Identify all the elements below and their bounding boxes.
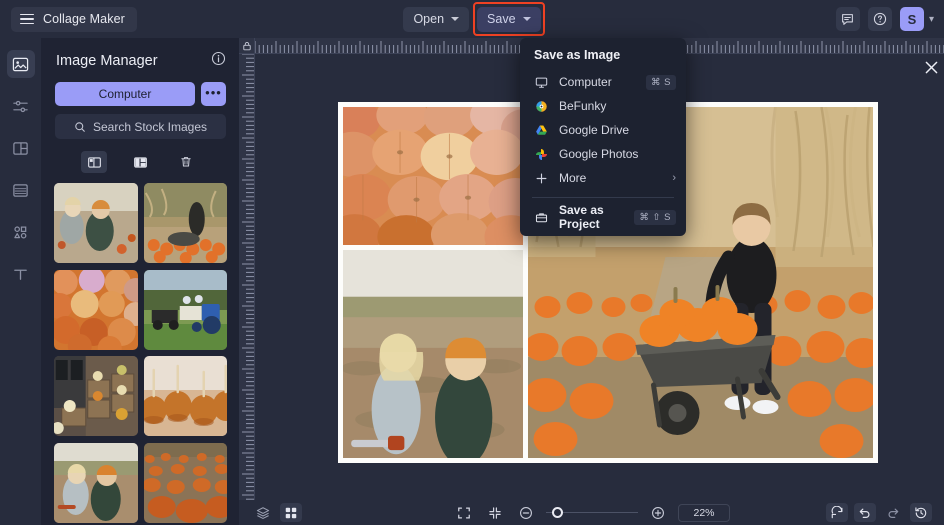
befunky-icon — [534, 100, 549, 113]
thumbnail-grid — [41, 183, 239, 523]
image-tools-row — [41, 151, 239, 173]
save-as-project-shortcut: ⌘ ⇧ S — [634, 210, 676, 225]
search-icon — [74, 121, 86, 133]
google-drive-icon — [534, 124, 549, 137]
zoom-out-icon[interactable] — [515, 503, 537, 522]
help-icon[interactable] — [868, 7, 892, 31]
vertical-ruler[interactable] — [239, 54, 255, 500]
monitor-icon — [534, 76, 549, 89]
app-menu-button[interactable]: Collage Maker — [11, 7, 137, 32]
zoom-slider[interactable] — [546, 507, 638, 519]
computer-upload-button[interactable]: Computer — [55, 82, 195, 106]
zoom-level-input[interactable]: 22% — [678, 504, 730, 522]
account-chevron-down-icon[interactable]: ▾ — [929, 14, 934, 25]
history-icon[interactable] — [910, 503, 932, 522]
briefcase-icon — [534, 211, 549, 224]
close-icon[interactable] — [920, 56, 942, 78]
open-button-label: Open — [413, 12, 444, 26]
sidebar-item-edit[interactable] — [7, 92, 35, 120]
bottom-left-tools — [252, 503, 302, 522]
save-button-label: Save — [487, 12, 516, 26]
save-as-project-label: Save as Project — [559, 203, 624, 231]
thumb-kids-field[interactable] — [54, 443, 138, 523]
fill-cells-icon[interactable] — [81, 151, 107, 173]
save-befunky-label: BeFunky — [559, 99, 676, 113]
save-more-label: More — [559, 171, 662, 185]
save-google-photos-label: Google Photos — [559, 147, 676, 161]
save-computer-label: Computer — [559, 75, 636, 89]
google-photos-icon — [534, 148, 549, 161]
info-icon[interactable] — [211, 51, 226, 71]
fit-screen-icon[interactable] — [484, 503, 506, 522]
sidebar-item-text[interactable] — [7, 260, 35, 288]
trash-icon[interactable] — [173, 151, 199, 173]
reset-icon[interactable] — [826, 503, 848, 522]
source-buttons-row: Computer ••• — [41, 71, 239, 106]
menu-divider — [532, 197, 674, 198]
bottom-toolbar: 22% — [239, 500, 944, 525]
app-title: Collage Maker — [43, 12, 125, 26]
zoom-in-icon[interactable] — [647, 503, 669, 522]
save-menu-heading: Save as Image — [520, 46, 686, 70]
sidebar-item-layouts[interactable] — [7, 134, 35, 162]
redo-icon[interactable] — [882, 503, 904, 522]
save-computer-shortcut: ⌘ S — [646, 75, 676, 90]
undo-icon[interactable] — [854, 503, 876, 522]
sidebar-item-image-manager[interactable] — [7, 50, 35, 78]
panel-header: Image Manager — [41, 38, 239, 71]
save-befunky[interactable]: BeFunky — [520, 94, 686, 118]
thumb-person-wheelbarrow[interactable] — [144, 183, 228, 263]
thumb-blue-tractor[interactable] — [144, 270, 228, 350]
zoom-slider-handle[interactable] — [552, 507, 563, 518]
search-stock-images-button[interactable]: Search Stock Images — [55, 114, 226, 139]
open-button[interactable]: Open — [403, 7, 469, 32]
lock-icon[interactable] — [239, 38, 255, 54]
tool-rail — [0, 38, 41, 525]
save-button-wrapper: Save — [477, 7, 541, 32]
chat-icon[interactable] — [836, 7, 860, 31]
thumb-pumpkin-field[interactable] — [144, 443, 228, 523]
save-google-drive-label: Google Drive — [559, 123, 676, 137]
hamburger-icon — [20, 14, 34, 25]
search-stock-images-label: Search Stock Images — [93, 120, 207, 134]
top-toolbar: Collage Maker — [0, 0, 944, 38]
save-dropdown-menu: Save as Image Computer ⌘ S BeFunky Googl… — [520, 38, 686, 236]
top-right-actions: S ▾ — [836, 0, 934, 38]
thumb-candied-apples[interactable] — [144, 356, 228, 436]
sidebar-item-background[interactable] — [7, 176, 35, 204]
image-manager-panel: Image Manager Computer ••• Search Stock … — [41, 38, 239, 525]
collage-cell-kids[interactable] — [343, 250, 523, 458]
sidebar-item-graphics[interactable] — [7, 218, 35, 246]
chevron-down-icon — [451, 17, 459, 21]
collage-maker-app: Collage Maker Open Save S ▾ — [0, 0, 944, 525]
fullscreen-icon[interactable] — [453, 503, 475, 522]
save-google-drive[interactable]: Google Drive — [520, 118, 686, 142]
bottom-right-tools — [826, 503, 932, 522]
more-sources-button[interactable]: ••• — [201, 82, 226, 106]
save-more[interactable]: More › — [520, 166, 686, 190]
layers-icon[interactable] — [252, 503, 274, 522]
panel-title: Image Manager — [56, 53, 158, 69]
save-google-photos[interactable]: Google Photos — [520, 142, 686, 166]
thumb-pumpkin-pile[interactable] — [54, 270, 138, 350]
save-button[interactable]: Save — [477, 7, 541, 32]
avatar-initial: S — [908, 12, 917, 27]
collage-cell-pumpkins[interactable] — [343, 107, 523, 245]
grid-icon[interactable] — [280, 503, 302, 522]
save-as-project[interactable]: Save as Project ⌘ ⇧ S — [520, 205, 686, 229]
chevron-down-icon — [523, 17, 531, 21]
chevron-right-icon: › — [672, 172, 676, 184]
thumb-kids-pumpkin-patch[interactable] — [54, 183, 138, 263]
grid-fill-icon[interactable] — [127, 151, 153, 173]
save-computer[interactable]: Computer ⌘ S — [520, 70, 686, 94]
avatar[interactable]: S — [900, 7, 924, 31]
thumb-farm-stand[interactable] — [54, 356, 138, 436]
plus-icon — [534, 172, 549, 185]
